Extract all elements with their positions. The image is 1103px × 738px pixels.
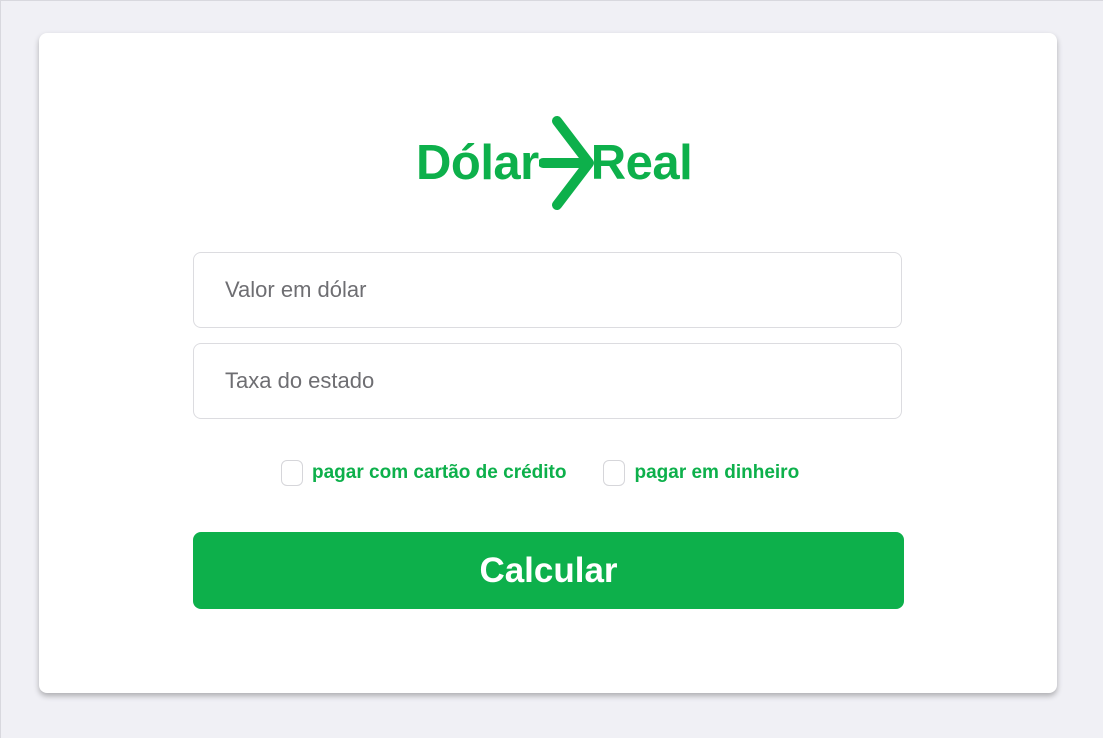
logo-right-word: Real (590, 135, 693, 190)
tax-field-wrapper (193, 343, 902, 419)
option-cash[interactable]: pagar em dinheiro (603, 460, 799, 486)
credit-card-label: pagar com cartão de crédito (312, 462, 567, 483)
credit-card-checkbox[interactable] (281, 460, 303, 486)
dollar-field-wrapper (193, 252, 902, 328)
payment-options: pagar com cartão de crédito pagar em din… (281, 458, 799, 488)
dollar-value-input[interactable] (194, 253, 901, 327)
cash-label: pagar em dinheiro (634, 462, 800, 483)
logo-left-word: Dólar (416, 135, 539, 190)
option-credit-card[interactable]: pagar com cartão de crédito (281, 460, 566, 486)
arrow-right-icon (538, 116, 594, 210)
converter-card: Dólar Real pagar com cartão de crédito p… (39, 33, 1057, 693)
cash-checkbox[interactable] (603, 460, 626, 486)
app-logo: Dólar Real (416, 115, 693, 211)
page: Dólar Real pagar com cartão de crédito p… (0, 0, 1103, 738)
state-tax-input[interactable] (194, 344, 901, 418)
calculate-button[interactable]: Calcular (193, 532, 904, 609)
